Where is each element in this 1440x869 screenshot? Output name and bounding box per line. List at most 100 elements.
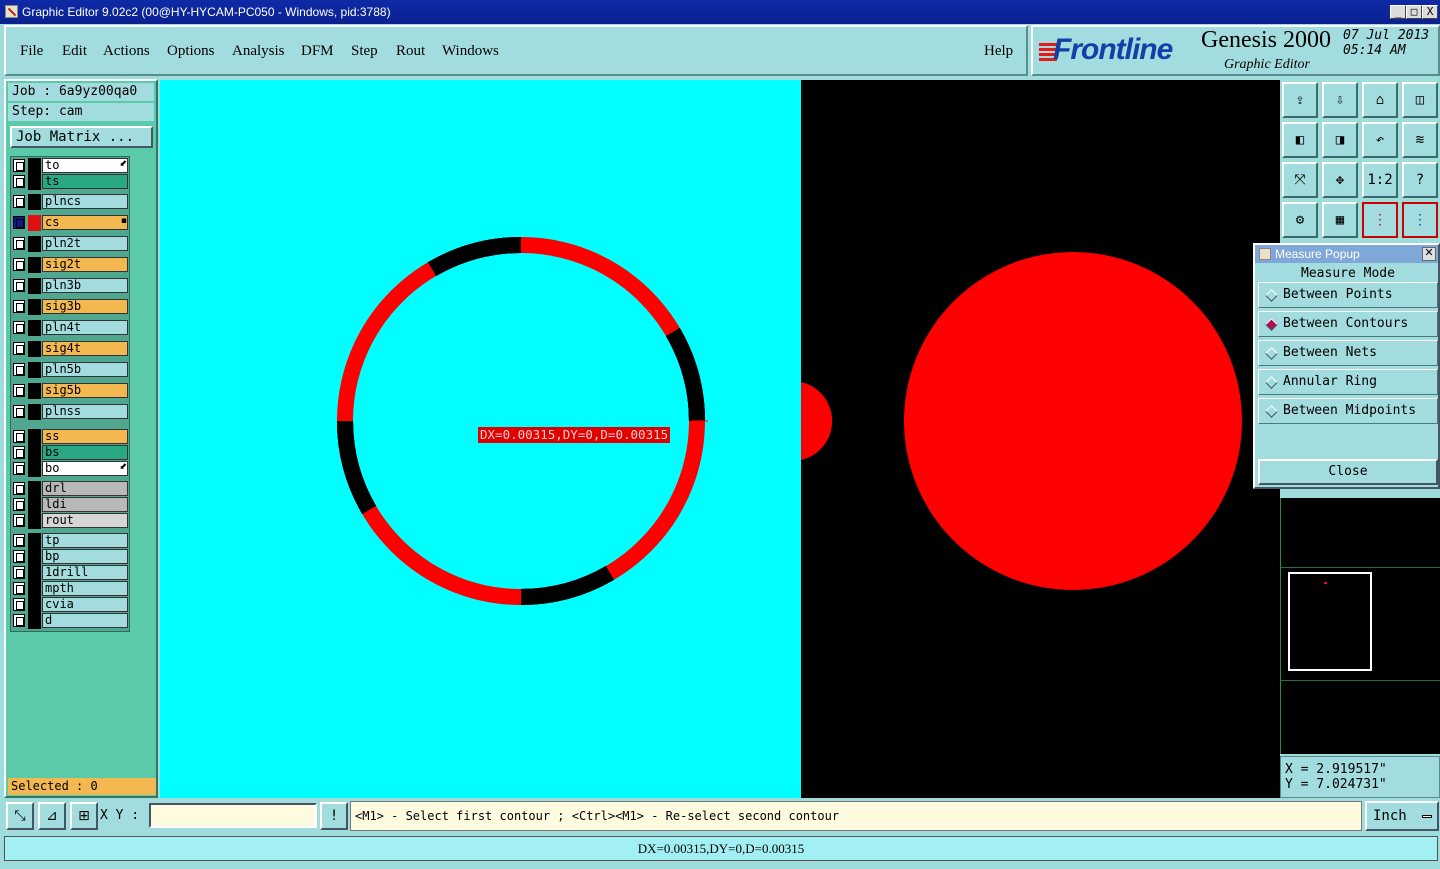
layer-row-sig5b[interactable]: sig5b	[11, 383, 129, 399]
layer-row-plnss[interactable]: plnss	[11, 404, 129, 420]
help-icon[interactable]: ?	[1402, 162, 1438, 198]
mode-between-midpoints[interactable]: Between Midpoints	[1258, 398, 1438, 424]
layer-name[interactable]: bo	[42, 461, 128, 476]
close-icon[interactable]: ✕	[1422, 247, 1436, 261]
layer-checkbox[interactable]	[13, 430, 25, 443]
layer-row-plncs[interactable]: plncs	[11, 194, 129, 210]
layer-checkbox[interactable]	[13, 342, 25, 355]
mode-between-nets[interactable]: Between Nets	[1258, 340, 1438, 366]
layer-checkbox[interactable]	[13, 175, 25, 188]
menu-actions[interactable]: Actions	[103, 43, 150, 60]
layer-name[interactable]: plnss	[42, 404, 128, 419]
layer-checkbox[interactable]	[13, 363, 25, 376]
menu-file[interactable]: File	[20, 43, 43, 60]
layer-checkbox[interactable]	[13, 550, 25, 563]
menu-options[interactable]: Options	[167, 43, 215, 60]
layer-row-pln4t[interactable]: pln4t	[11, 320, 129, 336]
zoom-out-icon[interactable]: ✥	[1322, 162, 1358, 198]
grid-icon[interactable]: ▦	[1322, 202, 1358, 238]
close-window-button[interactable]: X	[1422, 5, 1438, 19]
layer-checkbox[interactable]	[13, 498, 25, 511]
layer-name[interactable]: tp	[42, 533, 128, 548]
layer-name[interactable]: sig4t	[42, 341, 128, 356]
layer-checkbox[interactable]	[13, 321, 25, 334]
red-pad[interactable]	[904, 252, 1242, 590]
grid-snap-icon[interactable]: ⊞	[70, 802, 98, 830]
menu-rout[interactable]: Rout	[396, 43, 425, 60]
layer-checkbox[interactable]	[13, 534, 25, 547]
undo-zoom-icon[interactable]: ↶	[1362, 122, 1398, 158]
zoom-home-icon[interactable]: ⇪	[1282, 82, 1318, 118]
layer-checkbox[interactable]	[13, 384, 25, 397]
layer-checkbox[interactable]	[13, 237, 25, 250]
mode-between-contours[interactable]: Between Contours	[1258, 311, 1438, 337]
layer-name[interactable]: plncs	[42, 194, 128, 209]
partial-pad-edge[interactable]	[801, 382, 833, 460]
layer-checkbox[interactable]	[13, 566, 25, 579]
layer-name[interactable]: cvia	[42, 597, 128, 612]
layer-checkbox[interactable]	[13, 462, 25, 475]
layer-name[interactable]: bp	[42, 549, 128, 564]
layer-name[interactable]: cs	[42, 215, 128, 230]
menu-dfm[interactable]: DFM	[301, 43, 334, 60]
layer-checkbox[interactable]	[13, 195, 25, 208]
layer-row-sig4t[interactable]: sig4t	[11, 341, 129, 357]
layer-row-sig2t[interactable]: sig2t	[11, 257, 129, 273]
mode-between-points[interactable]: Between Points	[1258, 282, 1438, 308]
layer-row-ss[interactable]: ss	[11, 429, 129, 445]
layer-checkbox[interactable]	[13, 482, 25, 495]
layer-checkbox[interactable]	[13, 279, 25, 292]
window-icon[interactable]: ◫	[1402, 82, 1438, 118]
layer-name[interactable]: 1drill	[42, 565, 128, 580]
layer-name[interactable]: mpth	[42, 581, 128, 596]
layer-name[interactable]: drl	[42, 481, 128, 496]
redraw-icon[interactable]: ≋	[1402, 122, 1438, 158]
layer-row-bp[interactable]: bp	[11, 549, 129, 565]
menu-windows[interactable]: Windows	[442, 43, 499, 60]
layer-name[interactable]: rout	[42, 513, 128, 528]
menu-help[interactable]: Help	[984, 43, 1013, 60]
layer-name[interactable]: sig2t	[42, 257, 128, 272]
mode-annular-ring[interactable]: Annular Ring	[1258, 369, 1438, 395]
layer-row-tp[interactable]: tp	[11, 533, 129, 549]
menu-analysis[interactable]: Analysis	[232, 43, 285, 60]
layer-row-ts[interactable]: ts	[11, 174, 129, 190]
layer-name[interactable]: d	[42, 613, 128, 628]
one-to-two-icon[interactable]: 1:2	[1362, 162, 1398, 198]
job-matrix-button[interactable]: Job Matrix ...	[10, 126, 153, 148]
overview-viewport-frame[interactable]	[1288, 572, 1372, 671]
house-icon[interactable]: ⌂	[1362, 82, 1398, 118]
layer-row-mpth[interactable]: mpth	[11, 581, 129, 597]
layer-name[interactable]: ldi	[42, 497, 128, 512]
layer-row-1drill[interactable]: 1drill	[11, 565, 129, 581]
layer-checkbox[interactable]	[13, 405, 25, 418]
maximize-button[interactable]: □	[1406, 5, 1422, 19]
layer-checkbox[interactable]	[13, 582, 25, 595]
layer-name[interactable]: pln3b	[42, 278, 128, 293]
zoom-fit-icon[interactable]: ⇩	[1322, 82, 1358, 118]
layer-name[interactable]: pln4t	[42, 320, 128, 335]
layer-row-sig3b[interactable]: sig3b	[11, 299, 129, 315]
layer-name[interactable]: to	[42, 158, 128, 173]
tools-icon[interactable]: ⚙	[1282, 202, 1318, 238]
layer-row-drl[interactable]: drl	[11, 481, 129, 497]
alert-icon[interactable]: !	[320, 802, 348, 830]
layer-checkbox[interactable]	[13, 614, 25, 627]
layer-checkbox[interactable]	[13, 258, 25, 271]
menu-edit[interactable]: Edit	[62, 43, 87, 60]
measure-tool-icon[interactable]: ⊿	[38, 802, 66, 830]
layer-row-bs[interactable]: bs	[11, 445, 129, 461]
minimize-button[interactable]: _	[1390, 5, 1406, 19]
layer-name[interactable]: ss	[42, 429, 128, 444]
graphic-canvas[interactable]: DX=0.00315,DY=0,D=0.00315	[160, 80, 1280, 798]
layer-name[interactable]: sig5b	[42, 383, 128, 398]
layer-row-pln3b[interactable]: pln3b	[11, 278, 129, 294]
layer-row-to[interactable]: to ⬋	[11, 158, 129, 174]
layer-row-bo[interactable]: bo ⬋	[11, 461, 129, 477]
layer-row-cs[interactable]: cs ▪	[11, 215, 129, 231]
layer-row-pln5b[interactable]: pln5b	[11, 362, 129, 378]
layer-row-pln2t[interactable]: pln2t	[11, 236, 129, 252]
layer-checkbox[interactable]	[13, 446, 25, 459]
layer-name[interactable]: sig3b	[42, 299, 128, 314]
layer-name[interactable]: bs	[42, 445, 128, 460]
